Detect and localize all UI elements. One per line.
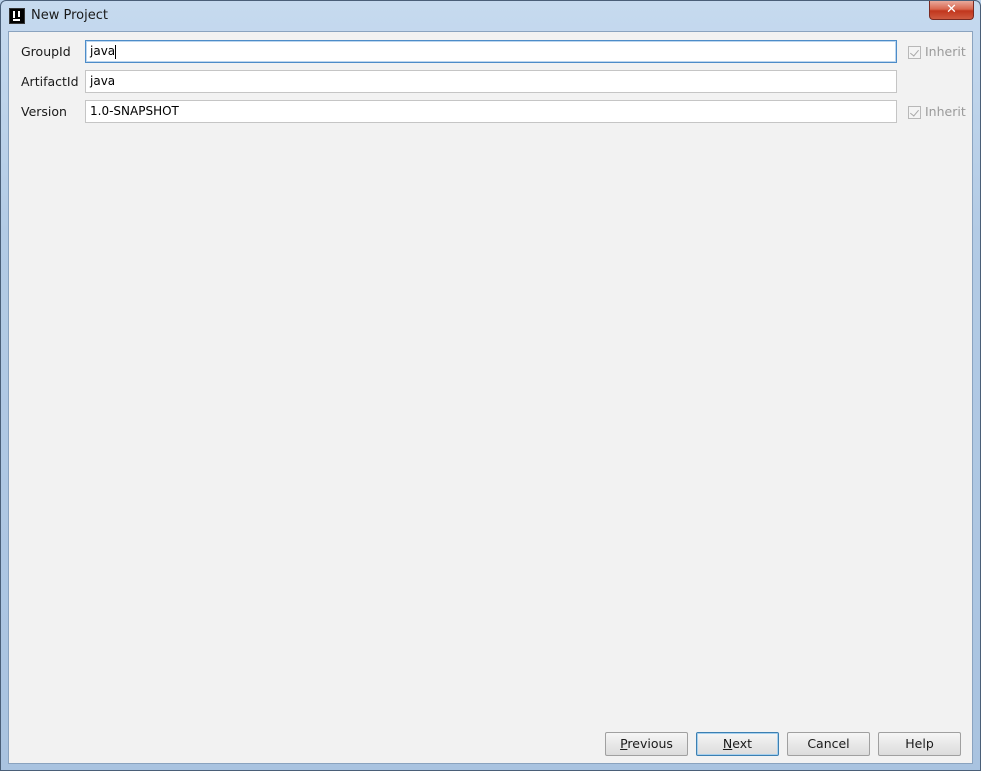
checkmark-icon [910,107,919,117]
group-id-input[interactable]: java [85,40,897,63]
title-bar[interactable]: New Project ✕ [1,1,980,31]
version-label: Version [21,104,67,119]
next-mnemonic: N [722,736,733,751]
previous-label-rest: revious [627,736,673,751]
next-button[interactable]: Next [696,732,779,756]
next-label-rest: ext [732,736,753,751]
checkbox-box [908,46,921,59]
previous-button[interactable]: Previous [605,732,688,756]
text-caret [115,44,117,59]
dialog-content: GroupId java Inherit ArtifactId java Ver… [8,31,973,764]
new-project-window: New Project ✕ GroupId java Inherit Artif… [0,0,981,771]
artifact-id-input[interactable]: java [85,70,897,93]
group-id-value: java [90,44,116,58]
artifact-id-value: java [90,74,116,88]
window-title: New Project [31,8,108,23]
version-input[interactable]: 1.0-SNAPSHOT [85,100,897,123]
cancel-button[interactable]: Cancel [787,732,870,756]
group-id-label: GroupId [21,44,71,59]
intellij-icon [9,8,25,24]
help-button[interactable]: Help [878,732,961,756]
version-value: 1.0-SNAPSHOT [90,104,179,118]
inherit-label: Inherit [925,104,966,119]
close-button[interactable]: ✕ [929,1,974,20]
artifact-id-label: ArtifactId [21,74,79,89]
close-icon: ✕ [946,2,957,17]
checkbox-box [908,106,921,119]
checkmark-icon [910,47,919,57]
inherit-label: Inherit [925,44,966,59]
